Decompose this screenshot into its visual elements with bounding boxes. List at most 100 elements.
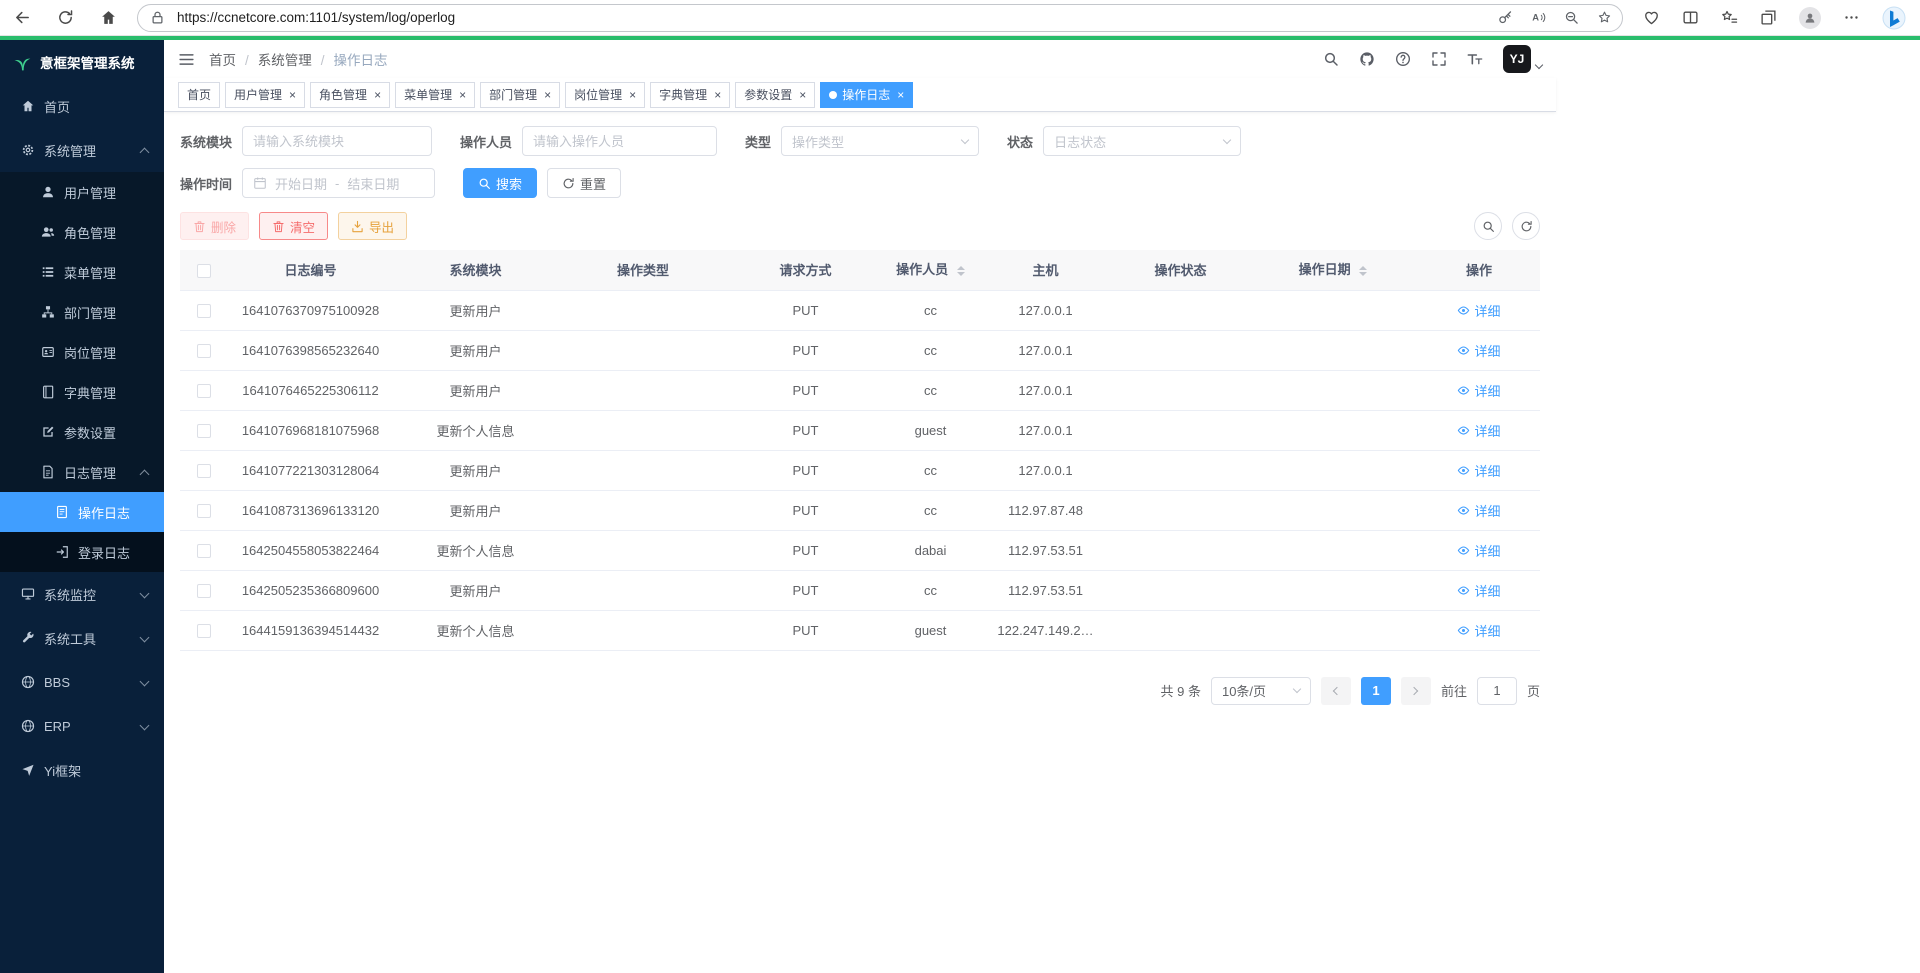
tab-close-icon[interactable]: ×	[799, 89, 806, 101]
back-icon[interactable]	[14, 9, 31, 26]
row-checkbox[interactable]	[197, 424, 211, 438]
column-header[interactable]: 操作人员	[883, 250, 978, 290]
operator-input[interactable]	[533, 134, 706, 149]
tab-close-icon[interactable]: ×	[459, 89, 466, 101]
next-page-button[interactable]	[1401, 677, 1431, 705]
sidebar-menu-item[interactable]: 角色管理	[0, 212, 164, 252]
select-all-checkbox[interactable]	[197, 264, 211, 278]
sidebar-menu-item[interactable]: 系统管理	[0, 128, 164, 172]
column-header[interactable]: 操作状态	[1113, 250, 1248, 290]
type-select[interactable]: 操作类型	[781, 126, 979, 156]
sort-icon[interactable]	[1359, 262, 1367, 280]
bing-icon[interactable]	[1882, 6, 1906, 30]
breadcrumb-item[interactable]: 首页	[209, 49, 258, 69]
date-range-picker[interactable]: 开始日期 - 结束日期	[242, 168, 435, 198]
row-checkbox[interactable]	[197, 544, 211, 558]
tab[interactable]: 菜单管理 ×	[395, 82, 475, 108]
export-button[interactable]: 导出	[338, 212, 407, 240]
module-input[interactable]	[253, 134, 421, 149]
column-header[interactable]: 操作	[1418, 250, 1540, 290]
sidebar-menu-item[interactable]: 登录日志	[0, 532, 164, 572]
detail-link[interactable]: 详细	[1457, 381, 1500, 400]
sidebar-menu-item[interactable]: 字典管理	[0, 372, 164, 412]
tab[interactable]: 首页	[178, 82, 220, 108]
split-screen-icon[interactable]	[1682, 9, 1699, 26]
tab[interactable]: 操作日志 ×	[820, 82, 913, 108]
detail-link[interactable]: 详细	[1457, 341, 1500, 360]
prev-page-button[interactable]	[1321, 677, 1351, 705]
fullscreen-icon[interactable]	[1431, 51, 1447, 67]
tab-close-icon[interactable]: ×	[289, 89, 296, 101]
sidebar-menu-item[interactable]: 部门管理	[0, 292, 164, 332]
sidebar-menu-item[interactable]: ERP	[0, 704, 164, 748]
detail-link[interactable]: 详细	[1457, 461, 1500, 480]
row-checkbox[interactable]	[197, 304, 211, 318]
zoom-out-icon[interactable]	[1564, 10, 1579, 25]
row-checkbox[interactable]	[197, 624, 211, 638]
sidebar-menu-item[interactable]: 系统工具	[0, 616, 164, 660]
reset-button[interactable]: 重置	[547, 168, 621, 198]
sort-icon[interactable]	[957, 262, 965, 280]
row-checkbox[interactable]	[197, 464, 211, 478]
column-header[interactable]: 操作日期	[1248, 250, 1418, 290]
sidebar-menu-item[interactable]: BBS	[0, 660, 164, 704]
sidebar-menu-item[interactable]: 参数设置	[0, 412, 164, 452]
detail-link[interactable]: 详细	[1457, 541, 1500, 560]
key-icon[interactable]	[1498, 10, 1513, 25]
detail-link[interactable]: 详细	[1457, 301, 1500, 320]
column-header[interactable]: 日志编号	[228, 250, 393, 290]
column-header[interactable]: 请求方式	[728, 250, 883, 290]
font-size-icon[interactable]	[1467, 51, 1483, 67]
tab[interactable]: 字典管理 ×	[650, 82, 730, 108]
row-checkbox[interactable]	[197, 584, 211, 598]
collections-icon[interactable]	[1760, 9, 1777, 26]
sidebar-menu-item[interactable]: Yi框架	[0, 748, 164, 792]
browser-essentials-icon[interactable]	[1643, 9, 1660, 26]
detail-link[interactable]: 详细	[1457, 501, 1500, 520]
tab[interactable]: 用户管理 ×	[225, 82, 305, 108]
tab[interactable]: 角色管理 ×	[310, 82, 390, 108]
show-search-button[interactable]	[1474, 212, 1502, 240]
breadcrumb-item[interactable]: 操作日志	[334, 49, 388, 69]
search-icon[interactable]	[1323, 51, 1339, 67]
row-checkbox[interactable]	[197, 344, 211, 358]
delete-button[interactable]: 删除	[180, 212, 249, 240]
search-button[interactable]: 搜索	[463, 168, 537, 198]
profile-avatar-icon[interactable]	[1799, 7, 1821, 29]
status-select[interactable]: 日志状态	[1043, 126, 1241, 156]
sidebar-menu-item[interactable]: 首页	[0, 84, 164, 128]
column-header[interactable]: 操作类型	[558, 250, 728, 290]
home-icon[interactable]	[100, 9, 117, 26]
favorite-star-icon[interactable]	[1597, 10, 1612, 25]
tab-close-icon[interactable]: ×	[374, 89, 381, 101]
tab-close-icon[interactable]: ×	[629, 89, 636, 101]
github-icon[interactable]	[1359, 51, 1375, 67]
refresh-table-button[interactable]	[1512, 212, 1540, 240]
more-options-icon[interactable]	[1843, 9, 1860, 26]
sidebar-menu-item[interactable]: 日志管理	[0, 452, 164, 492]
page-size-select[interactable]: 10条/页	[1211, 677, 1311, 705]
detail-link[interactable]: 详细	[1457, 421, 1500, 440]
user-avatar[interactable]: YJ	[1503, 45, 1542, 73]
tab[interactable]: 参数设置 ×	[735, 82, 815, 108]
row-checkbox[interactable]	[197, 384, 211, 398]
sidebar-menu-item[interactable]: 用户管理	[0, 172, 164, 212]
tab-close-icon[interactable]: ×	[897, 89, 904, 101]
lock-icon[interactable]	[150, 10, 165, 25]
tab-close-icon[interactable]: ×	[714, 89, 721, 101]
favorites-bar-icon[interactable]	[1721, 9, 1738, 26]
sidebar-menu-item[interactable]: 菜单管理	[0, 252, 164, 292]
goto-page-input[interactable]	[1477, 677, 1517, 705]
sidebar-menu-item[interactable]: 操作日志	[0, 492, 164, 532]
sidebar-menu-item[interactable]: 系统监控	[0, 572, 164, 616]
column-header[interactable]: 主机	[978, 250, 1113, 290]
tab[interactable]: 岗位管理 ×	[565, 82, 645, 108]
detail-link[interactable]: 详细	[1457, 581, 1500, 600]
sidebar-menu-item[interactable]: 岗位管理	[0, 332, 164, 372]
tab[interactable]: 部门管理 ×	[480, 82, 560, 108]
hamburger-icon[interactable]	[178, 51, 195, 68]
reload-icon[interactable]	[57, 9, 74, 26]
detail-link[interactable]: 详细	[1457, 621, 1500, 640]
tab-close-icon[interactable]: ×	[544, 89, 551, 101]
question-icon[interactable]	[1395, 51, 1411, 67]
